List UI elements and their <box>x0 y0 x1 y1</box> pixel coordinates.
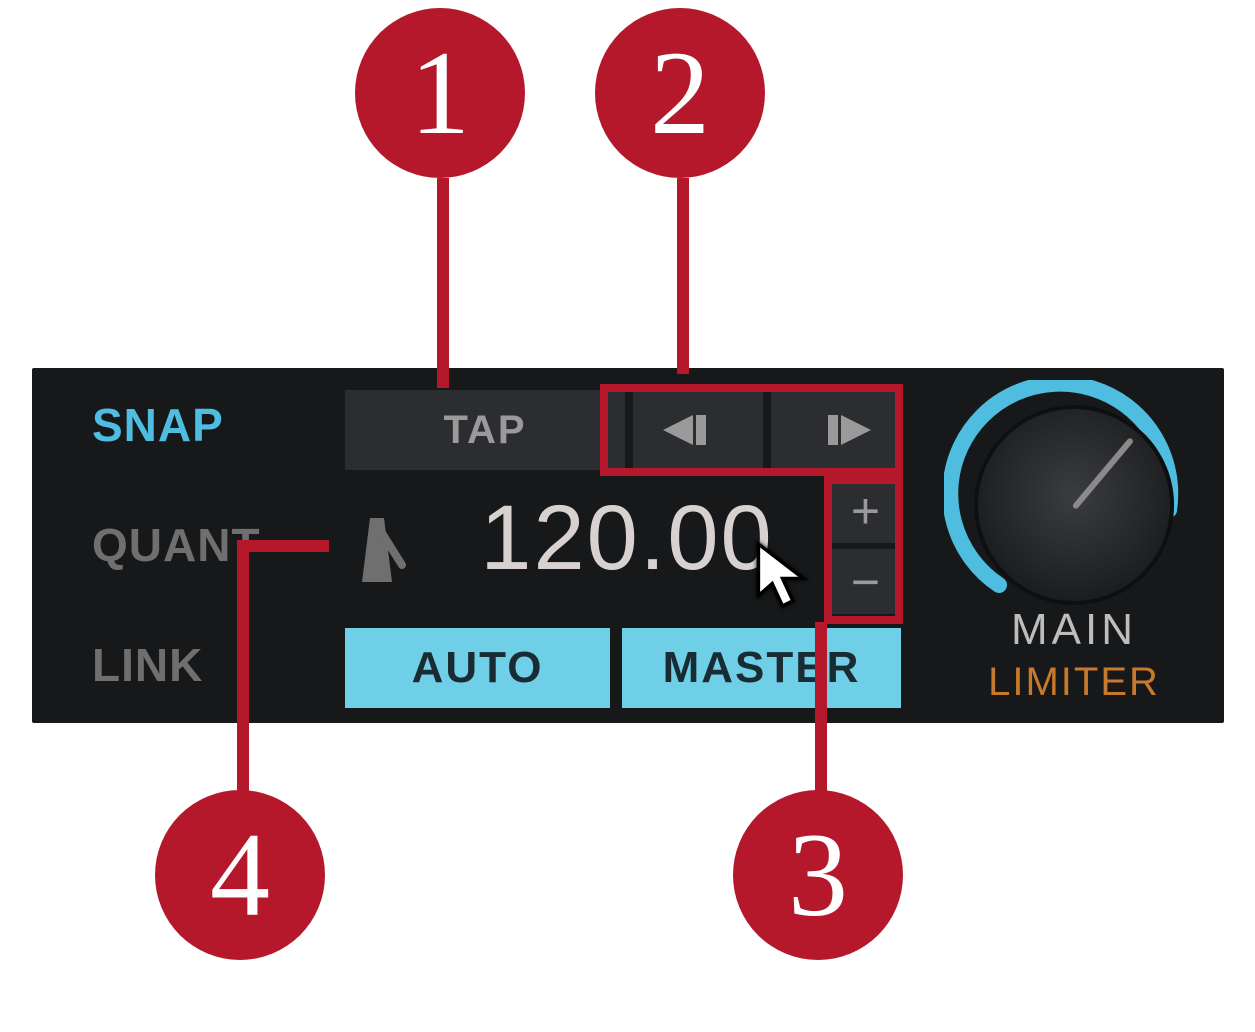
quant-button[interactable]: QUANT <box>92 518 261 572</box>
tap-button[interactable]: TAP <box>345 390 625 470</box>
callout-3-line <box>815 622 827 792</box>
metronome-button[interactable] <box>342 510 412 590</box>
callout-2: 2 <box>595 8 765 178</box>
callout-2-highlight <box>600 384 903 476</box>
limiter-label[interactable]: LIMITER <box>944 660 1204 705</box>
callout-2-line <box>677 178 689 374</box>
callout-1-line <box>437 178 449 388</box>
link-button[interactable]: LINK <box>92 638 203 692</box>
metronome-icon <box>342 510 412 590</box>
auto-button[interactable]: AUTO <box>345 628 610 708</box>
snap-button[interactable]: SNAP <box>92 398 224 452</box>
main-volume-knob[interactable] <box>974 405 1174 605</box>
callout-1: 1 <box>355 8 525 178</box>
master-button[interactable]: MASTER <box>622 628 901 708</box>
callout-3: 3 <box>733 790 903 960</box>
callout-3-highlight <box>824 476 903 624</box>
main-label: MAIN <box>944 605 1204 655</box>
callout-4-line <box>237 540 249 792</box>
callout-4-line-h <box>249 540 329 552</box>
main-output-section: MAIN LIMITER <box>944 380 1204 710</box>
callout-4: 4 <box>155 790 325 960</box>
cursor-icon <box>755 540 810 610</box>
